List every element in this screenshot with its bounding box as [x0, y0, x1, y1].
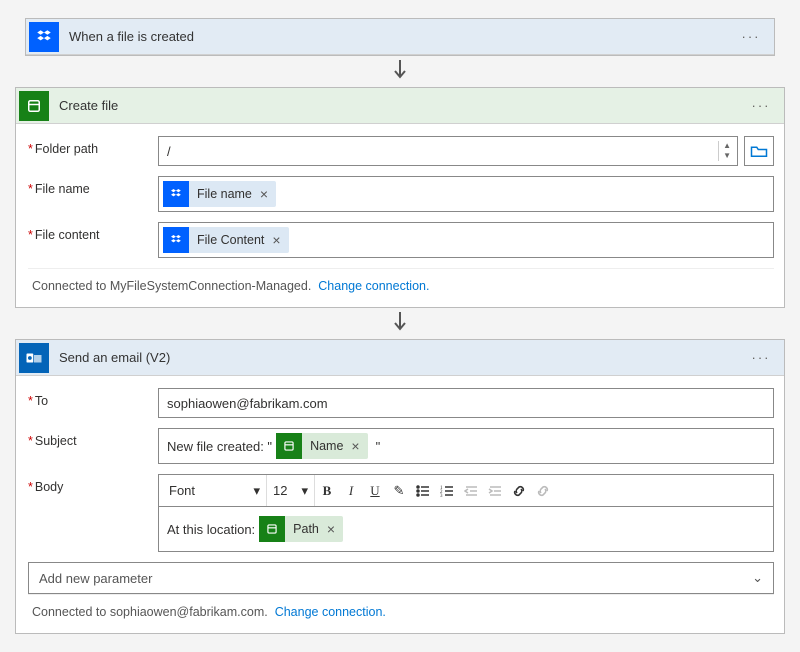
remove-token-icon[interactable]: ×	[349, 438, 367, 454]
chevron-down-icon: ⌄	[752, 570, 763, 586]
create-file-header[interactable]: Create file ···	[16, 88, 784, 124]
outdent-button[interactable]	[459, 475, 483, 507]
rich-text-toolbar: Font▾ 12▾ B I U ✎ 123	[158, 474, 774, 506]
folder-path-label: Folder path	[28, 136, 158, 156]
name-token[interactable]: Name ×	[276, 433, 368, 459]
file-system-icon	[276, 433, 302, 459]
svg-text:3: 3	[440, 494, 443, 498]
arrow-connector	[15, 308, 785, 339]
subject-label: Subject	[28, 428, 158, 448]
file-system-icon	[19, 91, 49, 121]
trigger-header[interactable]: When a file is created ···	[26, 19, 774, 55]
file-name-input[interactable]: File name ×	[158, 176, 774, 212]
trigger-card: When a file is created ···	[25, 18, 775, 56]
number-list-button[interactable]: 123	[435, 475, 459, 507]
folder-path-input[interactable]: / ▲▼	[158, 136, 738, 166]
stepper-control[interactable]: ▲▼	[718, 141, 735, 161]
subject-input[interactable]: New file created: " Name × "	[158, 428, 774, 464]
unlink-button[interactable]	[531, 475, 555, 507]
arrow-connector	[15, 56, 785, 87]
file-system-icon	[259, 516, 285, 542]
to-input[interactable]: sophiaowen@fabrikam.com	[158, 388, 774, 418]
remove-token-icon[interactable]: ×	[270, 232, 288, 248]
dropbox-icon	[29, 22, 59, 52]
body-input[interactable]: At this location: Path ×	[158, 506, 774, 552]
bold-button[interactable]: B	[315, 475, 339, 507]
font-select[interactable]: Font▾	[163, 475, 267, 506]
italic-button[interactable]: I	[339, 475, 363, 507]
underline-button[interactable]: U	[363, 475, 387, 507]
more-icon[interactable]: ···	[746, 350, 776, 365]
path-token[interactable]: Path ×	[259, 516, 343, 542]
highlight-button[interactable]: ✎	[387, 475, 411, 507]
browse-folder-button[interactable]	[744, 136, 774, 166]
bullet-list-button[interactable]	[411, 475, 435, 507]
remove-token-icon[interactable]: ×	[258, 186, 276, 202]
file-content-label: File content	[28, 222, 158, 242]
trigger-title: When a file is created	[69, 29, 736, 44]
file-content-token[interactable]: File Content ×	[163, 227, 289, 253]
more-icon[interactable]: ···	[736, 29, 766, 44]
to-label: To	[28, 388, 158, 408]
file-name-label: File name	[28, 176, 158, 196]
send-email-card: Send an email (V2) ··· To sophiaowen@fab…	[15, 339, 785, 634]
connection-footer: Connected to sophiaowen@fabrikam.com. Ch…	[28, 594, 774, 623]
more-icon[interactable]: ···	[746, 98, 776, 113]
dropbox-icon	[163, 227, 189, 253]
create-file-title: Create file	[59, 98, 746, 113]
file-content-input[interactable]: File Content ×	[158, 222, 774, 258]
send-email-header[interactable]: Send an email (V2) ···	[16, 340, 784, 376]
outlook-icon	[19, 343, 49, 373]
dropbox-icon	[163, 181, 189, 207]
file-name-token[interactable]: File name ×	[163, 181, 276, 207]
send-email-title: Send an email (V2)	[59, 350, 746, 365]
font-size-select[interactable]: 12▾	[267, 475, 315, 506]
indent-button[interactable]	[483, 475, 507, 507]
link-button[interactable]	[507, 475, 531, 507]
change-connection-link[interactable]: Change connection.	[318, 279, 429, 293]
body-label: Body	[28, 474, 158, 494]
add-parameter-dropdown[interactable]: Add new parameter ⌄	[28, 562, 774, 594]
create-file-card: Create file ··· Folder path / ▲▼ File na…	[15, 87, 785, 308]
connection-footer: Connected to MyFileSystemConnection-Mana…	[28, 268, 774, 297]
remove-token-icon[interactable]: ×	[325, 521, 343, 537]
change-connection-link[interactable]: Change connection.	[275, 605, 386, 619]
